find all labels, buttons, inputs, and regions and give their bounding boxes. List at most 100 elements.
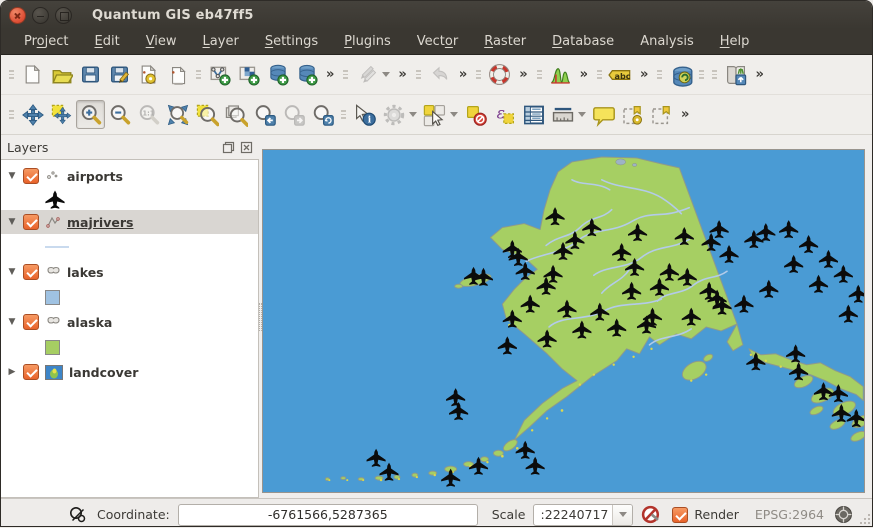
zoom-full-extent-button[interactable] [163, 100, 192, 129]
toolbar-overflow[interactable]: » [393, 67, 411, 82]
crs-status-button[interactable] [834, 505, 853, 524]
toolbar-overflow[interactable]: » [635, 67, 653, 82]
layer-checkbox[interactable] [23, 264, 39, 280]
pan-to-selected-button[interactable] [47, 100, 76, 129]
add-spatialite-layer-button[interactable] [292, 60, 321, 89]
open-attribute-table-button[interactable] [519, 100, 548, 129]
toolbar-overflow[interactable]: » [750, 67, 768, 82]
feature-action-dropdown-arrow[interactable] [409, 112, 417, 117]
menu-layer[interactable]: Layer [190, 30, 252, 53]
window-close-button[interactable] [9, 7, 26, 24]
identify-features-button[interactable]: i [350, 100, 379, 129]
toolbar-grip[interactable] [194, 64, 203, 86]
zoom-next-button[interactable] [279, 100, 308, 129]
toolbar-grip[interactable] [474, 64, 483, 86]
pan-map-button[interactable] [18, 100, 47, 129]
database-export-button[interactable] [666, 60, 695, 89]
measure-line-button[interactable] [548, 100, 577, 129]
select-features-button[interactable] [420, 100, 449, 129]
collapse-arrow-icon[interactable]: ▼ [7, 217, 17, 227]
toolbar-overflow[interactable]: » [454, 67, 472, 82]
menu-edit[interactable]: Edit [82, 30, 133, 53]
zoom-out-button[interactable] [105, 100, 134, 129]
new-project-button[interactable] [18, 60, 47, 89]
deselect-all-button[interactable] [461, 100, 490, 129]
zoom-in-button[interactable] [76, 100, 105, 129]
new-bookmark-button[interactable] [618, 100, 647, 129]
toolbar-grip[interactable] [339, 104, 348, 126]
stop-render-icon[interactable] [641, 504, 662, 525]
dock-float-icon[interactable] [222, 141, 235, 154]
select-by-expression-button[interactable]: ε [490, 100, 519, 129]
toggle-extents-icon[interactable] [69, 506, 87, 524]
coordinate-input[interactable] [178, 504, 478, 526]
add-vector-layer-button[interactable] [205, 60, 234, 89]
menu-raster[interactable]: Raster [471, 30, 539, 53]
menu-view[interactable]: View [133, 30, 190, 53]
layer-row-majrivers[interactable]: ▼ majrivers [1, 210, 258, 234]
menu-analysis[interactable]: Analysis [627, 30, 707, 53]
labeling-button[interactable]: abc [606, 60, 635, 89]
run-feature-action-button[interactable] [379, 100, 408, 129]
zoom-to-layer-button[interactable] [221, 100, 250, 129]
collapse-arrow-icon[interactable]: ▼ [7, 267, 17, 277]
help-contents-button[interactable] [485, 60, 514, 89]
dock-close-icon[interactable] [240, 141, 253, 154]
toolbar-grip[interactable] [341, 64, 350, 86]
raster-histogram-button[interactable] [546, 60, 575, 89]
layer-row-alaska[interactable]: ▼ alaska [1, 310, 258, 334]
select-dropdown-arrow[interactable] [450, 112, 458, 117]
layer-row-landcover[interactable]: ▶ landcover [1, 360, 258, 384]
zoom-actual-size-button[interactable]: 1:1 [134, 100, 163, 129]
window-minimize-button[interactable] [32, 7, 49, 24]
refresh-map-button[interactable] [308, 100, 337, 129]
save-project-as-button[interactable] [105, 60, 134, 89]
add-postgis-layer-button[interactable] [263, 60, 292, 89]
zoom-last-button[interactable] [250, 100, 279, 129]
menu-settings[interactable]: Settings [252, 30, 331, 53]
toolbar-grip[interactable] [7, 104, 16, 126]
composer-manager-button[interactable] [163, 60, 192, 89]
toolbar-grip[interactable] [7, 64, 16, 86]
show-bookmarks-button[interactable] [647, 100, 676, 129]
toolbar-overflow[interactable]: » [676, 107, 694, 122]
menu-help[interactable]: Help [707, 30, 763, 53]
editing-dropdown-arrow[interactable] [382, 72, 390, 77]
toggle-editing-button[interactable] [352, 60, 381, 89]
layer-checkbox[interactable] [23, 314, 39, 330]
undo-button[interactable] [425, 60, 454, 89]
menu-vector[interactable]: Vector [404, 30, 471, 53]
resize-grip[interactable] [859, 513, 871, 525]
window-maximize-button[interactable] [55, 7, 72, 24]
add-raster-layer-button[interactable] [234, 60, 263, 89]
new-print-composer-button[interactable] [134, 60, 163, 89]
measure-dropdown-arrow[interactable] [578, 112, 586, 117]
menu-plugins[interactable]: Plugins [331, 30, 404, 53]
collapse-arrow-icon[interactable]: ▼ [7, 171, 17, 181]
layer-row-airports[interactable]: ▼ airports [1, 164, 258, 188]
toolbar-grip[interactable] [595, 64, 604, 86]
toolbar-grip[interactable] [710, 64, 719, 86]
toolbar-grip[interactable] [655, 64, 664, 86]
toolbar-overflow[interactable]: » [321, 67, 339, 82]
scale-dropdown-button[interactable] [612, 505, 632, 525]
zoom-to-selection-button[interactable] [192, 100, 221, 129]
layer-checkbox[interactable] [23, 364, 39, 380]
toolbar-grip[interactable] [414, 64, 423, 86]
grass-tools-button[interactable] [721, 60, 750, 89]
layer-checkbox[interactable] [23, 168, 39, 184]
render-checkbox[interactable] [672, 507, 688, 523]
toolbar-overflow[interactable]: » [514, 67, 532, 82]
toolbar-overflow[interactable]: » [575, 67, 593, 82]
scale-combo[interactable]: :22240717 [533, 504, 633, 526]
map-tips-button[interactable] [589, 100, 618, 129]
expand-arrow-icon[interactable]: ▶ [7, 367, 17, 377]
collapse-arrow-icon[interactable]: ▼ [7, 317, 17, 327]
toolbar-grip[interactable] [697, 64, 706, 86]
map-canvas[interactable] [262, 149, 865, 493]
layer-row-lakes[interactable]: ▼ lakes [1, 260, 258, 284]
menu-database[interactable]: Database [539, 30, 627, 53]
save-project-button[interactable] [76, 60, 105, 89]
layer-checkbox[interactable] [23, 214, 39, 230]
menu-project[interactable]: Project [11, 30, 82, 53]
